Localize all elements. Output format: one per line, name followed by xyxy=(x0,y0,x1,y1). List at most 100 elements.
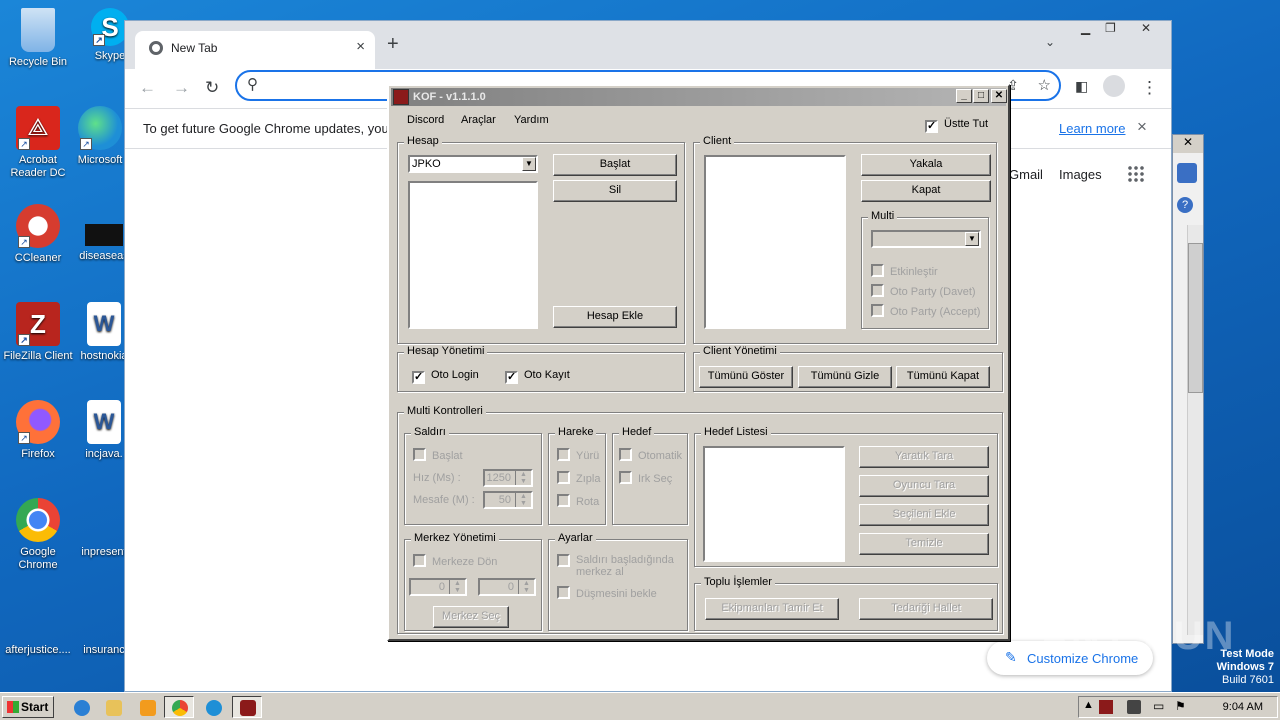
always-on-top-checkbox[interactable]: ✓ Üstte Tut xyxy=(925,118,988,133)
account-list[interactable] xyxy=(408,181,538,329)
merkez-y-spinner[interactable]: 0 ▲ ▼ xyxy=(478,578,536,596)
spinner-arrows-icon[interactable]: ▲ ▼ xyxy=(449,580,465,594)
saldiri-merkez-checkbox[interactable]: Saldırı başladığında merkez al xyxy=(557,554,681,578)
tumunu-gizle-button[interactable]: Tümünü Gizle xyxy=(798,366,892,388)
multi-dropdown[interactable]: ▼ xyxy=(871,230,981,248)
yaratik-tara-button[interactable]: Yaratık Tara xyxy=(859,446,989,468)
desktop-icon-afterjustice[interactable]: afterjustice.... xyxy=(0,596,76,657)
menu-discord[interactable]: Discord xyxy=(407,114,444,126)
help-icon[interactable]: ? xyxy=(1177,197,1193,213)
client-list[interactable] xyxy=(704,155,846,329)
taskbar-ie[interactable] xyxy=(66,696,96,718)
account-dropdown[interactable]: JPKO ▼ xyxy=(408,155,538,173)
close-window-icon[interactable]: ✕ xyxy=(1141,21,1151,39)
taskbar-explorer[interactable] xyxy=(98,696,128,718)
merkeze-don-checkbox[interactable]: Merkeze Dön xyxy=(413,554,497,568)
side-panel-icon[interactable]: ◧ xyxy=(1075,78,1088,95)
menu-yardim[interactable]: Yardım xyxy=(514,114,549,126)
maximize-icon[interactable]: ❐ xyxy=(1105,21,1116,39)
spinner-arrows-icon[interactable]: ▲ ▼ xyxy=(518,580,534,594)
kapat-button[interactable]: Kapat xyxy=(861,180,991,202)
tumunu-goster-button[interactable]: Tümünü Göster xyxy=(699,366,793,388)
etkinlestir-checkbox[interactable]: Etkinleştir xyxy=(871,264,938,278)
oto-party-davet-label: Oto Party (Davet) xyxy=(890,286,976,298)
tab-new-tab[interactable]: New Tab × xyxy=(135,31,375,69)
secileni-ekle-button[interactable]: Seçileni Ekle xyxy=(859,504,989,526)
anyrun-watermark: ANY RUN xyxy=(1040,614,1236,658)
learn-more-link[interactable]: Learn more xyxy=(1059,121,1125,136)
desktop-icon-google-chrome[interactable]: Google Chrome xyxy=(0,498,76,572)
search-icon[interactable] xyxy=(1177,163,1197,183)
minimize-icon[interactable]: ▁ xyxy=(1081,21,1090,39)
menu-icon[interactable]: ⋮ xyxy=(1141,78,1158,98)
images-link[interactable]: Images xyxy=(1059,167,1102,182)
watermark-line: Test Mode xyxy=(1220,648,1274,660)
rota-checkbox[interactable]: Rota xyxy=(557,494,599,508)
yuru-label: Yürü xyxy=(576,450,600,462)
otomatik-checkbox[interactable]: Otomatik xyxy=(619,448,682,462)
scrollbar[interactable] xyxy=(1187,225,1203,635)
forward-icon[interactable]: → xyxy=(173,78,190,98)
always-on-top-label: Üstte Tut xyxy=(944,118,989,130)
tumunu-kapat-button[interactable]: Tümünü Kapat xyxy=(896,366,990,388)
spinner-arrows-icon[interactable]: ▲ ▼ xyxy=(515,471,531,485)
dusmesini-bekle-checkbox[interactable]: Düşmesini bekle xyxy=(557,586,657,600)
tab-search-icon[interactable]: ⌄ xyxy=(1045,35,1055,49)
hesap-ekle-button[interactable]: Hesap Ekle xyxy=(553,306,677,328)
kof-tray-icon[interactable] xyxy=(1099,700,1113,714)
taskbar-chrome[interactable] xyxy=(164,696,194,718)
yakala-button[interactable]: Yakala xyxy=(861,154,991,176)
taskbar-edge[interactable] xyxy=(198,696,228,718)
new-tab-button[interactable]: + xyxy=(387,33,399,56)
clock[interactable]: 9:04 AM xyxy=(1223,701,1263,713)
oto-party-accept-checkbox[interactable]: Oto Party (Accept) xyxy=(871,304,980,318)
bookmark-star-icon[interactable]: ☆ xyxy=(1038,76,1051,94)
kof-title-bar[interactable]: KOF - v1.1.1.0 _ □ ✕ xyxy=(391,88,1007,106)
reload-icon[interactable]: ↻ xyxy=(205,78,219,98)
apps-grid-icon[interactable] xyxy=(1127,165,1145,183)
minimize-icon[interactable]: _ xyxy=(956,89,972,103)
taskbar-media-player[interactable] xyxy=(132,696,162,718)
back-icon[interactable]: ← xyxy=(139,78,156,98)
maximize-icon[interactable]: □ xyxy=(973,89,989,103)
ekipmanlari-tamir-button[interactable]: Ekipmanları Tamir Et xyxy=(705,598,839,620)
infobar-close-icon[interactable]: × xyxy=(1137,117,1147,137)
zipla-checkbox[interactable]: Zıpla xyxy=(557,471,600,485)
spinner-arrows-icon[interactable]: ▲ ▼ xyxy=(515,493,531,507)
temizle-button[interactable]: Temizle xyxy=(859,533,989,555)
merkez-x-spinner[interactable]: 0 ▲ ▼ xyxy=(409,578,467,596)
oyuncu-tara-button[interactable]: Oyuncu Tara xyxy=(859,475,989,497)
tab-close-icon[interactable]: × xyxy=(356,38,365,55)
merkez-sec-button[interactable]: Merkez Seç xyxy=(433,606,509,628)
hiz-spinner[interactable]: 1250 ▲ ▼ xyxy=(483,469,533,487)
start-button[interactable]: Start xyxy=(2,696,54,718)
file-icon xyxy=(85,224,123,246)
desktop-icon-filezilla[interactable]: Z ↗ FileZilla Client xyxy=(0,302,76,363)
irk-sec-checkbox[interactable]: Irk Seç xyxy=(619,471,672,485)
profile-avatar-icon[interactable] xyxy=(1103,75,1125,97)
saldiri-baslat-checkbox[interactable]: Başlat xyxy=(413,448,463,462)
baslat-button[interactable]: Başlat xyxy=(553,154,677,176)
hedef-list[interactable] xyxy=(703,446,845,562)
gmail-link[interactable]: Gmail xyxy=(1009,167,1043,182)
desktop-icon-firefox[interactable]: ↗ Firefox xyxy=(0,400,76,461)
oto-kayit-checkbox[interactable]: ✓ Oto Kayıt xyxy=(505,369,570,384)
show-hidden-icons-icon[interactable]: ▲ xyxy=(1083,699,1094,711)
merkez-x-value: 0 xyxy=(438,581,445,593)
oto-party-davet-checkbox[interactable]: Oto Party (Davet) xyxy=(871,284,976,298)
flag-icon[interactable]: ⚑ xyxy=(1175,699,1186,713)
tedarigi-hallet-button[interactable]: Tedariği Hallet xyxy=(859,598,993,620)
tab-title: New Tab xyxy=(171,41,218,55)
oto-login-checkbox[interactable]: ✓ Oto Login xyxy=(412,369,479,384)
desktop-icon-ccleaner[interactable]: ↗ CCleaner xyxy=(0,204,76,265)
mesafe-spinner[interactable]: 50 ▲ ▼ xyxy=(483,491,533,509)
close-icon[interactable]: ✕ xyxy=(1173,135,1203,153)
menu-araclar[interactable]: Araçlar xyxy=(461,114,496,126)
close-icon[interactable]: ✕ xyxy=(991,89,1007,103)
network-icon[interactable]: ▭ xyxy=(1153,699,1164,713)
yuru-checkbox[interactable]: Yürü xyxy=(557,448,599,462)
sil-button[interactable]: Sil xyxy=(553,180,677,202)
desktop-icon-recycle-bin[interactable]: Recycle Bin xyxy=(0,8,76,69)
taskbar-kof[interactable] xyxy=(232,696,262,718)
action-center-icon[interactable] xyxy=(1127,700,1141,714)
